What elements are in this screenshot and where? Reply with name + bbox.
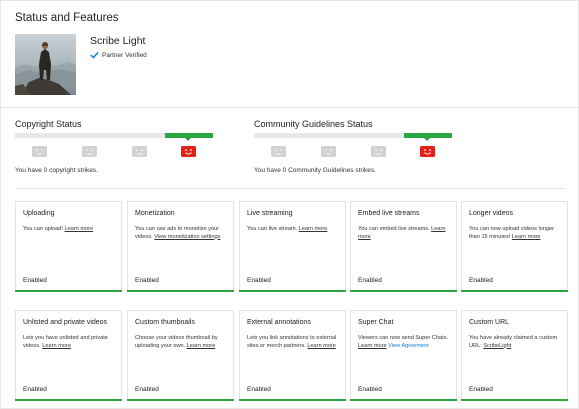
custom-url-link[interactable]: ScribeLight	[483, 343, 511, 349]
enabled-bar	[239, 399, 346, 401]
avatar-painting-image	[15, 34, 76, 95]
feature-title: Custom thumbnails	[135, 319, 195, 326]
page-title: Status and Features	[15, 12, 119, 24]
feature-title: Custom URL	[469, 319, 510, 326]
view-agreement-link[interactable]: View Agreement	[388, 343, 429, 349]
enabled-bar	[127, 290, 234, 292]
channel-name[interactable]: Scribe Light	[90, 35, 145, 47]
neutral-face-icon	[132, 146, 147, 157]
feature-title: External annotations	[247, 319, 311, 326]
copyright-status-title: Copyright Status	[15, 119, 82, 129]
enabled-bar	[15, 399, 122, 401]
feature-status: Enabled	[135, 277, 159, 284]
enabled-bar	[127, 399, 234, 401]
feature-title: Uploading	[23, 210, 55, 217]
feature-status: Enabled	[135, 386, 159, 393]
section-divider	[1, 107, 579, 108]
neutral-face-icon	[82, 146, 97, 157]
learn-more-link[interactable]: Learn more	[42, 343, 71, 349]
neutral-face-icon	[371, 146, 386, 157]
feature-status: Enabled	[247, 386, 271, 393]
feature-status: Enabled	[23, 386, 47, 393]
happy-face-icon	[181, 146, 196, 157]
feature-title: Monetization	[135, 210, 175, 217]
feature-description: Viewers can now send Super Chats. Learn …	[358, 335, 449, 349]
feature-card-custom-thumbnails: Custom thumbnails Choose your videos thu…	[127, 310, 234, 401]
community-strike-meter	[254, 133, 452, 138]
feature-status: Enabled	[358, 277, 382, 284]
copyright-strike-pointer	[185, 138, 191, 141]
feature-description: Lets you have unlisted and private video…	[23, 335, 108, 349]
feature-description: You can live stream. Learn more	[247, 226, 328, 232]
feature-title: Longer videos	[469, 210, 513, 217]
learn-more-link[interactable]: Learn more	[187, 343, 216, 349]
feature-title: Live streaming	[247, 210, 293, 217]
enabled-bar	[15, 290, 122, 292]
feature-card-uploading: Uploading You can upload! Learn more Ena…	[15, 201, 122, 292]
feature-title: Super Chat	[358, 319, 394, 326]
community-strike-pointer	[424, 138, 430, 141]
feature-description: You can embed live streams. Learn more	[358, 226, 446, 240]
view-monetization-settings-link[interactable]: View monetization settings	[154, 234, 220, 240]
enabled-bar	[239, 290, 346, 292]
learn-more-link[interactable]: Learn more	[299, 226, 328, 232]
feature-description: You have already claimed a custom URL: S…	[469, 335, 558, 349]
partner-verified-badge: Partner Verified	[90, 51, 147, 59]
channel-avatar[interactable]	[15, 34, 76, 95]
copyright-status: Copyright Status You have 0 copyright st…	[15, 119, 255, 174]
feature-description: Choose your videos thumbnail by uploadin…	[135, 335, 218, 349]
learn-more-link[interactable]: Learn more	[64, 226, 93, 232]
happy-face-icon	[420, 146, 435, 157]
feature-status: Enabled	[247, 277, 271, 284]
checkmark-icon	[90, 51, 99, 59]
feature-status: Enabled	[469, 386, 493, 393]
feature-status: Enabled	[469, 277, 493, 284]
community-status-title: Community Guidelines Status	[254, 119, 373, 129]
feature-card-embed-live-streams: Embed live streams You can embed live st…	[350, 201, 457, 292]
learn-more-link[interactable]: Learn more	[358, 343, 387, 349]
feature-card-super-chat: Super Chat Viewers can now send Super Ch…	[350, 310, 457, 401]
feature-card-live-streaming: Live streaming You can live stream. Lear…	[239, 201, 346, 292]
feature-card-custom-url: Custom URL You have already claimed a cu…	[461, 310, 568, 401]
feature-description: You can upload! Learn more	[23, 226, 94, 232]
feature-card-monetization: Monetization You can use ads to monetize…	[127, 201, 234, 292]
enabled-bar	[461, 399, 568, 401]
feature-card-unlisted-private-videos: Unlisted and private videos Lets you hav…	[15, 310, 122, 401]
neutral-face-icon	[271, 146, 286, 157]
feature-description: You can now upload videos longer than 15…	[469, 226, 555, 240]
community-strike-text: You have 0 Community Guidelines strikes.	[254, 167, 376, 174]
feature-status: Enabled	[358, 386, 382, 393]
enabled-bar	[461, 290, 568, 292]
feature-card-external-annotations: External annotations Lets you link annot…	[239, 310, 346, 401]
status-and-features-page: Status and Features Scribe Light Partner…	[0, 0, 579, 409]
feature-title: Unlisted and private videos	[23, 319, 108, 326]
learn-more-link[interactable]: Learn more	[307, 343, 336, 349]
community-guidelines-status: Community Guidelines Status You have 0 C…	[254, 119, 494, 174]
feature-card-longer-videos: Longer videos You can now upload videos …	[461, 201, 568, 292]
neutral-face-icon	[32, 146, 47, 157]
copyright-strike-meter	[15, 133, 213, 138]
feature-description: Lets you link annotations to external si…	[247, 335, 337, 349]
partner-verified-label: Partner Verified	[102, 51, 147, 59]
neutral-face-icon	[321, 146, 336, 157]
copyright-strike-text: You have 0 copyright strikes.	[15, 167, 98, 174]
enabled-bar	[350, 399, 457, 401]
feature-title: Embed live streams	[358, 210, 420, 217]
feature-description: You can use ads to monetize your videos.…	[135, 226, 221, 240]
learn-more-link[interactable]: Learn more	[512, 234, 541, 240]
section-divider	[15, 188, 566, 189]
enabled-bar	[350, 290, 457, 292]
feature-status: Enabled	[23, 277, 47, 284]
